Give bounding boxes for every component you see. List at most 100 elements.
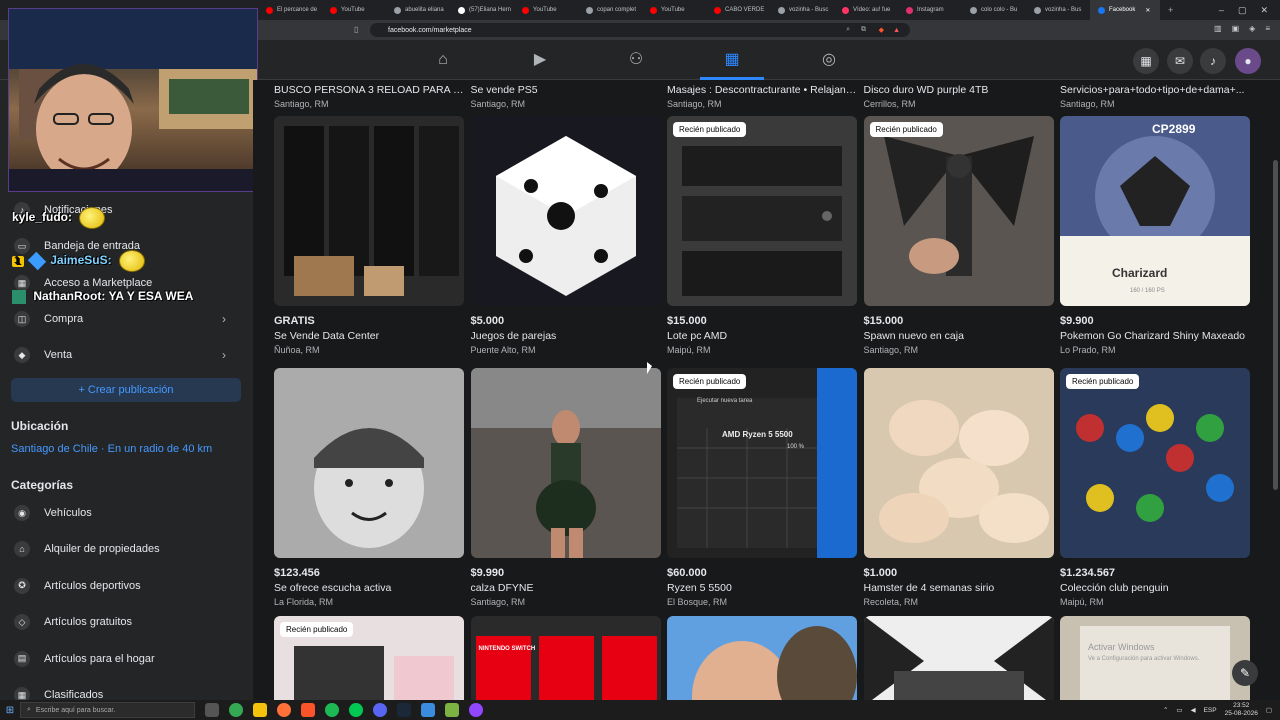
category-item[interactable]: ✪ Artículos deportivos bbox=[14, 577, 141, 594]
menu-icon[interactable]: ≡ bbox=[1265, 24, 1270, 33]
windows-start-icon[interactable]: ⊞ bbox=[0, 700, 20, 720]
browser-tab[interactable]: CABO VERDE bbox=[706, 0, 770, 20]
browser-tab[interactable]: YouTube bbox=[514, 0, 578, 20]
listing-card[interactable]: $9.990 calza DFYNE Santiago, RM bbox=[470, 368, 661, 607]
app-icon[interactable] bbox=[421, 703, 435, 717]
listing-card[interactable] bbox=[667, 616, 857, 700]
new-tab-button[interactable]: + bbox=[1160, 5, 1181, 15]
sidebar-item-sell[interactable]: ◆ Venta › bbox=[14, 347, 240, 363]
app-icon[interactable] bbox=[349, 703, 363, 717]
listing-card[interactable]: Disco duro WD purple 4TB Cerrillos, RM bbox=[864, 82, 1054, 109]
firefox-icon[interactable] bbox=[277, 703, 291, 717]
listing-card[interactable]: Recién publicado Ejecutar nueva tarea AMD … bbox=[667, 368, 857, 607]
steam-icon[interactable] bbox=[397, 703, 411, 717]
spotify-icon[interactable] bbox=[325, 703, 339, 717]
gaming-icon[interactable]: ◎ bbox=[819, 50, 839, 70]
watch-icon[interactable]: ▶ bbox=[530, 50, 550, 70]
close-icon[interactable]: ✕ bbox=[1260, 5, 1268, 16]
chevron-up-icon[interactable]: ⌃ bbox=[1163, 706, 1168, 714]
listing-card[interactable]: Recién publicado bbox=[274, 616, 464, 700]
obs-icon[interactable] bbox=[469, 703, 483, 717]
listing-card[interactable]: Recién publicado $15.000 Lote pc AMD Maipú,… bbox=[667, 116, 857, 355]
listing-title: Masajes : Descontracturante • Relajante.… bbox=[667, 84, 857, 96]
listing-card[interactable]: BUSCO PERSONA 3 RELOAD PARA LA P... Santi… bbox=[274, 82, 464, 109]
listing-card[interactable]: $1.000 Hamster de 4 semanas sirio Recoleta… bbox=[863, 368, 1054, 607]
tabs: El percance de YouTube abuelita eliana (57)… bbox=[258, 0, 1160, 20]
clock[interactable]: 23:52 25-08-2026 bbox=[1225, 702, 1258, 718]
compose-icon[interactable]: ✎ bbox=[1232, 660, 1258, 686]
app-icon[interactable] bbox=[445, 703, 459, 717]
pokemon-name: Charizard bbox=[1112, 266, 1168, 280]
category-item[interactable]: ⌂ Alquiler de propiedades bbox=[14, 541, 160, 558]
brave-rewards-icon[interactable]: ▲ bbox=[893, 27, 900, 34]
discord-icon[interactable] bbox=[373, 703, 387, 717]
listing-card[interactable]: Recién publicado $15.000 Spawn nuevo en ca… bbox=[863, 116, 1054, 355]
brave-shield-icon[interactable]: ◆ bbox=[879, 26, 884, 34]
favicon-icon bbox=[714, 6, 721, 14]
bell-icon[interactable]: ♪ bbox=[1200, 48, 1226, 74]
category-item[interactable]: ◇ Artículos gratuitos bbox=[14, 614, 132, 631]
listing-card[interactable]: Activar Windows Ve a Configuración para a… bbox=[1060, 616, 1250, 700]
vpn-icon[interactable]: ◈ bbox=[1249, 24, 1255, 33]
sidebar-item-buy[interactable]: ◫ Compra › bbox=[14, 311, 240, 327]
minimize-icon[interactable]: – bbox=[1219, 5, 1224, 16]
listing-card[interactable]: $5.000 Juegos de parejas Puente Alto, RM bbox=[470, 116, 661, 355]
avatar[interactable]: ● bbox=[1235, 48, 1261, 74]
browser-tab[interactable]: vozinha - Busc bbox=[770, 0, 834, 20]
marketplace-icon[interactable]: ▦ bbox=[722, 50, 742, 70]
browser-tab[interactable]: vozinha - Bus bbox=[1026, 0, 1090, 20]
menu-grid-icon[interactable]: ▦ bbox=[1133, 48, 1159, 74]
listing-card[interactable]: Masajes : Descontracturante • Relajante.… bbox=[667, 82, 857, 109]
volume-icon[interactable]: ◀ bbox=[1191, 706, 1196, 714]
browser-tab[interactable]: Vídeo: au! fue bbox=[834, 0, 898, 20]
listing-card[interactable]: Servicios+para+todo+tipo+de+dama+... Sant… bbox=[1060, 82, 1250, 109]
bookmark-icon[interactable]: ▯ bbox=[354, 25, 358, 34]
maximize-icon[interactable]: ▢ bbox=[1238, 5, 1247, 16]
categories-title: Categorías bbox=[11, 478, 74, 492]
create-listing-button[interactable]: + Crear publicación bbox=[11, 378, 241, 402]
browser-tab[interactable]: El percance de bbox=[258, 0, 322, 20]
groups-icon[interactable]: ⚇ bbox=[626, 50, 646, 70]
favicon-icon bbox=[266, 6, 273, 14]
messenger-icon[interactable]: ✉ bbox=[1167, 48, 1193, 74]
scrollbar-thumb[interactable] bbox=[1273, 160, 1278, 490]
browser-tab[interactable]: YouTube bbox=[642, 0, 706, 20]
sidebar-icon[interactable]: ▥ bbox=[1214, 24, 1222, 33]
browser-tab[interactable]: Instagram bbox=[898, 0, 962, 20]
zoom-icon[interactable]: ⌕ bbox=[846, 26, 850, 34]
brave-icon[interactable] bbox=[301, 703, 315, 717]
listing-card[interactable]: GRATIS Se Vende Data Center Ñuñoa, RM bbox=[274, 116, 464, 355]
browser-tab[interactable]: colo colo - Bu bbox=[962, 0, 1026, 20]
network-icon[interactable]: ▭ bbox=[1176, 706, 1182, 714]
listing-card[interactable]: NINTENDO SWITCH bbox=[470, 616, 661, 700]
home-icon[interactable]: ⌂ bbox=[433, 50, 453, 70]
notification-icon[interactable]: ▢ bbox=[1266, 706, 1272, 714]
category-item[interactable]: ◉ Vehículos bbox=[14, 505, 92, 521]
taskbar-search[interactable]: ⌕ Escribe aquí para buscar. bbox=[20, 702, 195, 718]
chat-message: YA Y ESA WEA bbox=[108, 289, 194, 303]
browser-tab[interactable]: (57)Eliana Hern bbox=[450, 0, 514, 20]
new-listing-badge: Recién publicado bbox=[673, 374, 747, 389]
listing-card[interactable]: CP2899 Charizard 160 / 160 PS $9.900 Pokemon… bbox=[1060, 116, 1250, 355]
listing-card[interactable]: Se vende PS5 Santiago, RM bbox=[471, 82, 661, 109]
file-explorer-icon[interactable] bbox=[253, 703, 267, 717]
browser-tab[interactable]: YouTube bbox=[322, 0, 386, 20]
listing-card[interactable]: $123.456 Se ofrece escucha activa La Flori… bbox=[274, 368, 464, 607]
share-icon[interactable]: ⧉ bbox=[861, 26, 866, 34]
lang-indicator[interactable]: ESP bbox=[1204, 707, 1217, 714]
listing-card[interactable] bbox=[863, 616, 1054, 700]
category-item[interactable]: ▤ Artículos para el hogar bbox=[14, 650, 155, 667]
listing-location: Ñuñoa, RM bbox=[274, 345, 320, 355]
listing-photo bbox=[274, 116, 464, 306]
chrome-icon[interactable] bbox=[229, 703, 243, 717]
close-tab-icon[interactable]: ✕ bbox=[1145, 7, 1150, 14]
browser-tab[interactable]: copan complet bbox=[578, 0, 642, 20]
listing-title: Disco duro WD purple 4TB bbox=[863, 84, 989, 96]
browser-tab[interactable]: abuelita eliana bbox=[386, 0, 450, 20]
listing-card[interactable]: Recién publicado $1.234.567 Colección club… bbox=[1060, 368, 1250, 607]
wallet-icon[interactable]: ▣ bbox=[1232, 24, 1240, 33]
location-value[interactable]: Santiago de Chile · En un radio de 40 km bbox=[11, 443, 212, 455]
task-view-icon[interactable] bbox=[205, 703, 219, 717]
browser-tab[interactable]: Facebook ✕ bbox=[1090, 0, 1160, 20]
url-field[interactable]: facebook.com/marketplace ⌕ ⧉ ◆ ▲ bbox=[370, 23, 910, 37]
